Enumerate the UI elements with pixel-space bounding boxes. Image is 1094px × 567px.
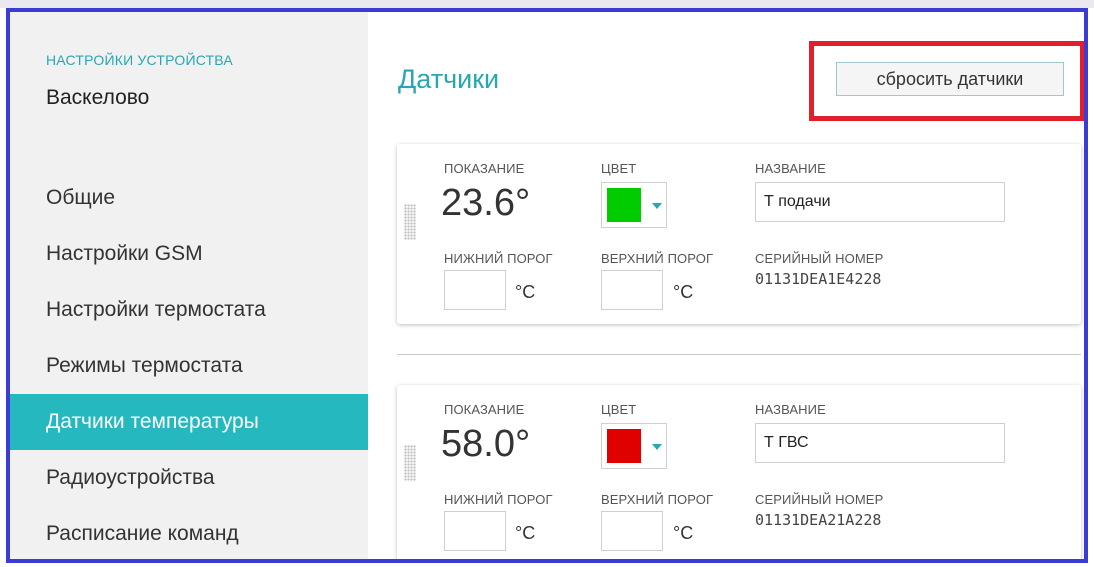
color-picker[interactable] bbox=[601, 423, 667, 469]
low-threshold-input[interactable] bbox=[444, 511, 506, 551]
sensor-card: ПОКАЗАНИЕ 23.6° ЦВЕТ НАЗВАНИЕ Т подачи Н… bbox=[397, 144, 1081, 324]
color-label: ЦВЕТ bbox=[601, 161, 637, 176]
sidebar-nav: Общие Настройки GSM Настройки термостата… bbox=[10, 170, 368, 559]
sensor-reading: 23.6° bbox=[441, 182, 531, 224]
low-unit: °C bbox=[515, 523, 536, 543]
drag-handle-icon[interactable] bbox=[404, 445, 416, 481]
serial-number: 01131DEA21A228 bbox=[755, 511, 882, 529]
device-name: Васкелово bbox=[46, 86, 150, 109]
sensor-name-input[interactable]: Т ГВС bbox=[755, 423, 1005, 463]
high-threshold-label: ВЕРХНИЙ ПОРОГ bbox=[601, 492, 714, 507]
page-title: Датчики bbox=[398, 64, 500, 94]
device-settings-caption: НАСТРОЙКИ УСТРОЙСТВА bbox=[46, 52, 233, 68]
high-unit: °C bbox=[673, 523, 694, 543]
sensor-name-input[interactable]: Т подачи bbox=[755, 182, 1005, 222]
serial-number: 01131DEA1E4228 bbox=[755, 270, 882, 288]
divider bbox=[397, 354, 1081, 355]
sidebar-item-thermostat-settings[interactable]: Настройки термостата bbox=[10, 282, 368, 338]
top-strip bbox=[0, 0, 1094, 8]
name-label: НАЗВАНИЕ bbox=[755, 402, 826, 417]
drag-handle-icon[interactable] bbox=[404, 204, 416, 240]
high-threshold-input[interactable] bbox=[601, 270, 663, 310]
reset-sensors-button[interactable]: сбросить датчики bbox=[836, 62, 1064, 96]
high-threshold-input[interactable] bbox=[601, 511, 663, 551]
reading-label: ПОКАЗАНИЕ bbox=[444, 402, 525, 417]
chevron-down-icon bbox=[652, 203, 662, 209]
name-label: НАЗВАНИЕ bbox=[755, 161, 826, 176]
high-threshold-label: ВЕРХНИЙ ПОРОГ bbox=[601, 251, 714, 266]
color-swatch bbox=[607, 188, 641, 222]
color-label: ЦВЕТ bbox=[601, 402, 637, 417]
sensor-reading: 58.0° bbox=[441, 423, 531, 465]
sidebar-item-general[interactable]: Общие bbox=[10, 170, 368, 226]
serial-label: СЕРИЙНЫЙ НОМЕР bbox=[755, 251, 884, 266]
color-picker[interactable] bbox=[601, 182, 667, 228]
low-unit: °C bbox=[515, 282, 536, 302]
sidebar: НАСТРОЙКИ УСТРОЙСТВА Васкелово Общие Нас… bbox=[10, 12, 368, 559]
low-threshold-label: НИЖНИЙ ПОРОГ bbox=[444, 492, 553, 507]
sidebar-item-thermostat-modes[interactable]: Режимы термостата bbox=[10, 338, 368, 394]
sidebar-item-radio-devices[interactable]: Радиоустройства bbox=[10, 450, 368, 506]
main-content: Датчики сбросить датчики ПОКАЗАНИЕ 23.6°… bbox=[368, 12, 1084, 559]
reading-label: ПОКАЗАНИЕ bbox=[444, 161, 525, 176]
low-threshold-input[interactable] bbox=[444, 270, 506, 310]
sidebar-item-gsm[interactable]: Настройки GSM bbox=[10, 226, 368, 282]
chevron-down-icon bbox=[652, 444, 662, 450]
sidebar-item-temperature-sensors[interactable]: Датчики температуры bbox=[10, 394, 368, 450]
sidebar-item-command-schedule[interactable]: Расписание команд bbox=[10, 506, 368, 559]
serial-label: СЕРИЙНЫЙ НОМЕР bbox=[755, 492, 884, 507]
app-window: НАСТРОЙКИ УСТРОЙСТВА Васкелово Общие Нас… bbox=[6, 8, 1088, 563]
sensor-card: ПОКАЗАНИЕ 58.0° ЦВЕТ НАЗВАНИЕ Т ГВС НИЖН… bbox=[397, 385, 1081, 559]
high-unit: °C bbox=[673, 282, 694, 302]
color-swatch bbox=[607, 429, 641, 463]
low-threshold-label: НИЖНИЙ ПОРОГ bbox=[444, 251, 553, 266]
